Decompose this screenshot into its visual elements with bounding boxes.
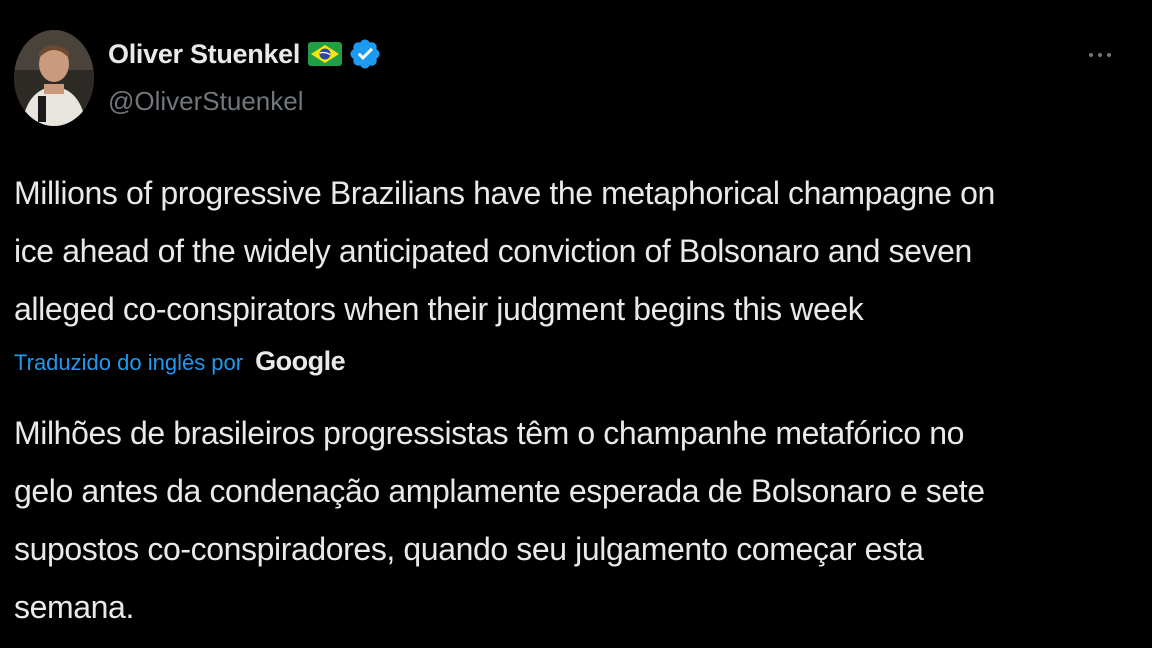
translated-text-line: Milhões de brasileiros progressistas têm… (14, 415, 965, 451)
tweet-text-line: alleged co-conspirators when their judgm… (14, 291, 864, 327)
author-display-name[interactable]: Oliver Stuenkel (108, 39, 300, 70)
author-handle[interactable]: @OliverStuenkel (108, 86, 303, 117)
verified-badge-icon[interactable] (348, 37, 382, 71)
tweet-card: Oliver Stuenkel @OliverStuenkel Millions… (0, 0, 1152, 648)
translated-text-line: supostos co-conspiradores, quando seu ju… (14, 531, 924, 567)
author-name-row: Oliver Stuenkel (108, 34, 382, 74)
tweet-text: Millions of progressive Brazilians have … (14, 164, 1134, 338)
tweet-text-line: ice ahead of the widely anticipated conv… (14, 233, 972, 269)
avatar[interactable] (14, 30, 94, 126)
dot (1089, 53, 1093, 57)
dot (1107, 53, 1111, 57)
avatar-photo (14, 30, 94, 126)
more-options-icon[interactable] (1080, 40, 1120, 70)
translated-text-line: gelo antes da condenação amplamente espe… (14, 473, 985, 509)
translated-by-link[interactable]: Traduzido do inglês por (14, 350, 243, 376)
brazil-flag-icon (308, 41, 343, 67)
translated-text-line: semana. (14, 589, 134, 625)
dot (1098, 53, 1102, 57)
translated-text: Milhões de brasileiros progressistas têm… (14, 404, 1134, 636)
translation-attribution: Traduzido do inglês por Google (14, 346, 346, 377)
tweet-text-line: Millions of progressive Brazilians have … (14, 175, 995, 211)
google-logo: Google (255, 346, 346, 376)
